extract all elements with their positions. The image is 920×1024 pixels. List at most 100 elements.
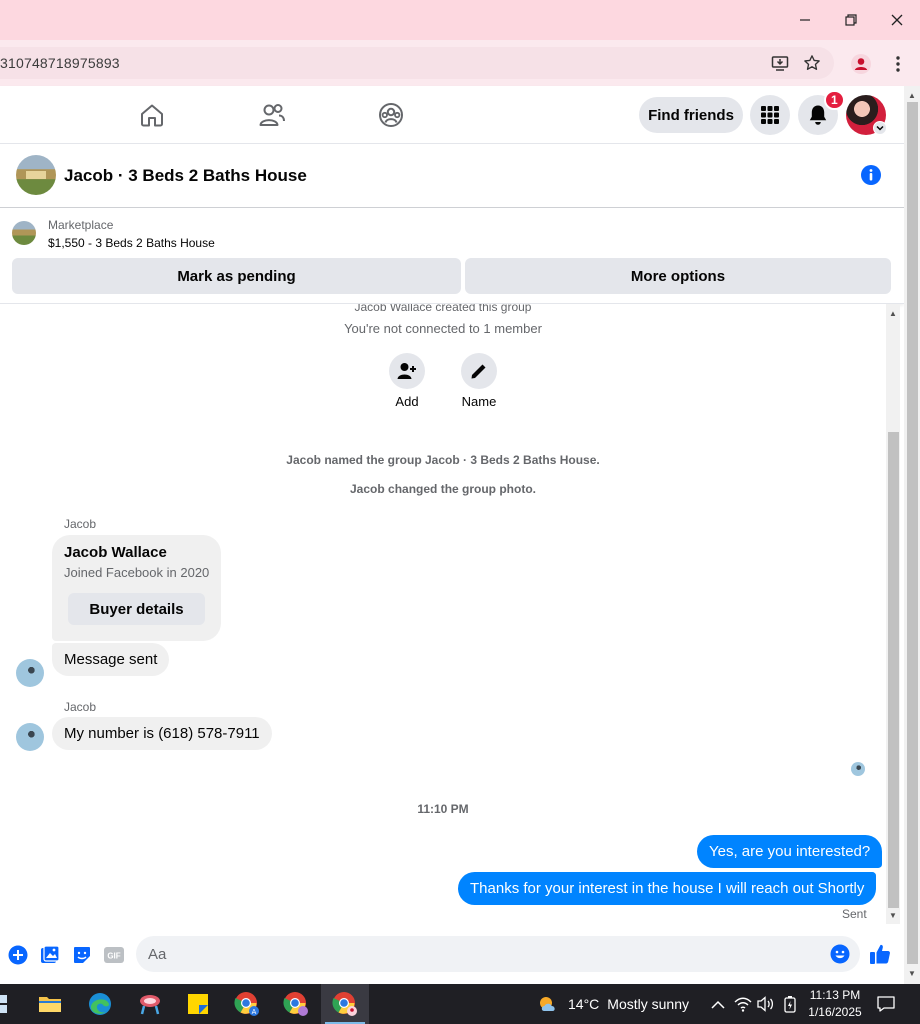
volume-control[interactable] xyxy=(756,994,776,1014)
thread-scrollbar[interactable]: ▲ ▼ xyxy=(886,304,900,924)
group-photo[interactable] xyxy=(16,155,56,195)
add-person-icon xyxy=(397,363,416,379)
page-scroll-down[interactable]: ▼ xyxy=(905,966,919,980)
home-nav-button[interactable] xyxy=(137,100,167,130)
chrome-icon: A xyxy=(234,992,259,1016)
restore-icon xyxy=(845,14,857,26)
read-receipt-avatar xyxy=(851,762,865,776)
battery-icon xyxy=(784,996,796,1013)
photo-icon xyxy=(41,945,60,963)
group-photo-event: Jacob changed the group photo. xyxy=(350,482,536,496)
groups-nav-button[interactable] xyxy=(376,100,406,130)
sender-name: Jacob xyxy=(64,517,97,531)
chrome-menu-button[interactable] xyxy=(888,53,908,75)
scroll-up-arrow[interactable]: ▲ xyxy=(886,306,900,320)
mark-as-pending-button[interactable]: Mark as pending xyxy=(12,258,461,294)
wifi-icon xyxy=(734,997,752,1012)
message-bubble[interactable]: My number is (618) 578-7911 xyxy=(52,717,272,750)
close-window-button[interactable] xyxy=(874,0,920,40)
sender-avatar[interactable] xyxy=(16,659,44,687)
chat-bubble-icon xyxy=(877,996,895,1012)
emoji-icon[interactable] xyxy=(830,944,850,964)
message-thread: Jacob Wallace created this group You're … xyxy=(0,304,886,928)
name-group-button[interactable] xyxy=(461,353,497,389)
sender-avatar[interactable] xyxy=(16,723,44,751)
sticky-notes-taskbar[interactable] xyxy=(174,984,222,1024)
message-bubble[interactable]: Message sent xyxy=(52,643,170,676)
gif-button[interactable]: GIF xyxy=(103,944,125,966)
info-icon[interactable] xyxy=(860,164,882,186)
chat-title[interactable]: Jacob · 3 Beds 2 Baths House xyxy=(64,166,307,186)
groups-icon xyxy=(379,103,403,127)
network-status[interactable] xyxy=(733,994,753,1014)
weather-temperature: 14°C xyxy=(568,996,600,1012)
facebook-top-nav: Find friends 1 xyxy=(0,86,904,144)
chrome-profile-button[interactable] xyxy=(848,51,874,77)
edge-taskbar[interactable] xyxy=(76,984,124,1024)
more-actions-button[interactable] xyxy=(7,944,29,966)
group-named-event: Jacob named the group Jacob · 3 Beds 2 B… xyxy=(286,453,600,467)
thumbs-up-icon[interactable] xyxy=(868,942,892,966)
home-icon xyxy=(141,104,163,127)
chrome-icon xyxy=(283,992,308,1016)
page-scrollbar[interactable]: ▲ ▼ xyxy=(904,86,920,984)
snipping-tool-icon xyxy=(140,995,160,1015)
clock-time: 11:13 PM xyxy=(809,988,861,1002)
clock-date: 1/16/2025 xyxy=(808,1005,862,1019)
address-bar[interactable]: 310748718975893 xyxy=(0,47,834,79)
chrome-profile-b-taskbar[interactable] xyxy=(272,984,320,1024)
more-options-button[interactable]: More options xyxy=(465,258,891,294)
chrome-profile-a-taskbar[interactable]: A xyxy=(223,984,271,1024)
buyer-details-button[interactable]: Buyer details xyxy=(68,593,205,625)
page-scrollbar-thumb[interactable] xyxy=(907,102,918,964)
sticky-notes-icon xyxy=(188,994,208,1014)
bookmark-star-icon[interactable] xyxy=(796,47,828,79)
folder-icon xyxy=(39,997,61,1012)
add-member-button[interactable] xyxy=(389,353,425,389)
scroll-down-arrow[interactable]: ▼ xyxy=(886,908,900,922)
sender-name: Jacob xyxy=(64,700,97,714)
sticker-button[interactable] xyxy=(71,944,93,966)
sent-status: Sent xyxy=(842,907,867,921)
group-created-text: Jacob Wallace created this group xyxy=(354,304,532,314)
weather-widget[interactable]: 14°C Mostly sunny xyxy=(538,994,689,1014)
start-button[interactable] xyxy=(0,984,22,1024)
partly-sunny-icon xyxy=(540,997,555,1011)
connection-notice: You're not connected to 1 member xyxy=(344,321,542,336)
file-explorer-taskbar[interactable] xyxy=(26,984,74,1024)
minimize-icon xyxy=(800,19,810,21)
scrollbar-thumb[interactable] xyxy=(888,432,899,908)
find-friends-button[interactable]: Find friends xyxy=(639,97,743,133)
battery-status[interactable] xyxy=(780,994,800,1014)
page-scroll-up[interactable]: ▲ xyxy=(905,88,919,102)
menu-button[interactable] xyxy=(750,95,790,135)
marketplace-label: Marketplace xyxy=(48,218,114,232)
minimize-button[interactable] xyxy=(782,0,828,40)
message-input[interactable] xyxy=(136,936,860,972)
sent-message-bubble[interactable]: Yes, are you interested? xyxy=(697,835,883,868)
friends-nav-button[interactable] xyxy=(257,100,287,130)
system-clock[interactable]: 11:13 PM 1/16/2025 xyxy=(804,987,866,1021)
restore-button[interactable] xyxy=(828,0,874,40)
notification-center-button[interactable] xyxy=(876,994,896,1014)
attach-photo-button[interactable] xyxy=(39,944,61,966)
browser-titlebar xyxy=(0,0,920,40)
speaker-icon xyxy=(757,996,774,1012)
message-timestamp: 11:10 PM xyxy=(417,802,469,816)
install-app-icon[interactable] xyxy=(764,47,796,79)
snipping-tool-taskbar[interactable] xyxy=(126,984,174,1024)
buyer-joined-text: Joined Facebook in 2020 xyxy=(64,565,210,580)
chat-header: Jacob · 3 Beds 2 Baths House xyxy=(0,144,904,208)
listing-thumbnail[interactable] xyxy=(12,221,36,245)
chrome-icon xyxy=(332,992,357,1016)
buyer-name[interactable]: Jacob Wallace xyxy=(64,544,167,561)
show-hidden-icons-button[interactable] xyxy=(708,994,728,1014)
account-chevron[interactable] xyxy=(873,121,887,135)
windows-taskbar: A 14°C Mostly sunny 11:13 PM 1/16/2025 xyxy=(0,984,920,1024)
url-text[interactable]: 310748718975893 xyxy=(0,55,120,71)
message-composer: GIF xyxy=(0,928,904,984)
listing-title[interactable]: $1,550 - 3 Beds 2 Baths House xyxy=(48,236,215,250)
chrome-active-taskbar[interactable] xyxy=(321,984,369,1024)
marketplace-listing-bar: Marketplace $1,550 - 3 Beds 2 Baths Hous… xyxy=(0,208,904,304)
sent-message-bubble[interactable]: Thanks for your interest in the house I … xyxy=(458,872,877,905)
